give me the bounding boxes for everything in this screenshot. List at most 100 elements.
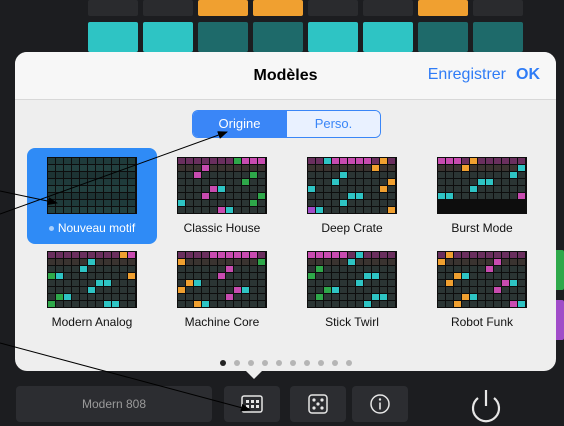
thumbnail-cell [72,200,79,206]
template-tile[interactable]: Modern Analog [27,242,157,338]
save-button[interactable]: Enregistrer [428,66,506,84]
thumbnail-cell [518,273,525,279]
template-thumbnail [177,251,267,308]
thumbnail-cell [250,273,257,279]
info-button[interactable] [352,386,408,422]
background-pad [198,22,248,52]
thumbnail-cell [470,252,477,258]
thumbnail-cell [470,287,477,293]
thumbnail-cell [380,200,387,206]
thumbnail-cell [340,266,347,272]
thumbnail-cell [80,158,87,164]
thumbnail-cell [234,301,241,307]
thumbnail-cell [178,207,185,213]
thumbnail-cell [112,186,119,192]
thumbnail-cell [218,252,225,258]
thumbnail-cell [356,172,363,178]
thumbnail-cell [372,294,379,300]
thumbnail-cell [332,207,339,213]
thumbnail-cell [308,172,315,178]
template-tile[interactable]: Classic House [157,148,287,244]
thumbnail-cell [478,186,485,192]
thumbnail-cell [210,273,217,279]
thumbnail-cell [380,294,387,300]
template-tile[interactable]: Deep Crate [287,148,417,244]
page-dot[interactable] [345,360,352,366]
segment-perso[interactable]: Perso. [286,111,380,137]
page-dot[interactable] [233,360,240,366]
thumbnail-cell [454,301,461,307]
thumbnail-cell [64,287,71,293]
thumbnail-cell [372,165,379,171]
segment-origine[interactable]: Origine [193,111,286,137]
page-dot[interactable] [261,360,268,366]
thumbnail-cell [470,193,477,199]
template-tile[interactable]: Nouveau motif [27,148,157,244]
background-pad [473,22,523,52]
template-tile[interactable]: Machine Core [157,242,287,338]
thumbnail-cell [72,280,79,286]
page-dot[interactable] [219,360,226,366]
thumbnail-cell [348,301,355,307]
thumbnail-cell [234,158,241,164]
page-dot[interactable] [317,360,324,366]
template-tile[interactable]: Burst Mode [417,148,547,244]
ok-button[interactable]: OK [516,66,540,84]
thumbnail-cell [64,207,71,213]
thumbnail-cell [120,252,127,258]
thumbnail-cell [470,294,477,300]
thumbnail-cell [308,287,315,293]
thumbnail-cell [324,273,331,279]
page-dot[interactable] [331,360,338,366]
thumbnail-cell [72,193,79,199]
template-label-text: Deep Crate [321,221,383,235]
thumbnail-cell [210,200,217,206]
thumbnail-cell [324,179,331,185]
thumbnail-cell [324,207,331,213]
thumbnail-cell [186,287,193,293]
power-icon[interactable] [465,386,507,426]
thumbnail-cell [178,165,185,171]
template-tile[interactable]: Robot Funk [417,242,547,338]
thumbnail-cell [186,179,193,185]
thumbnail-cell [332,186,339,192]
pattern-button[interactable] [224,386,280,422]
thumbnail-cell [308,266,315,272]
thumbnail-cell [356,158,363,164]
thumbnail-cell [194,179,201,185]
thumbnail-cell [242,186,249,192]
thumbnail-cell [316,207,323,213]
kit-name-button[interactable]: Modern 808 [16,386,212,422]
thumbnail-cell [356,301,363,307]
thumbnail-cell [250,172,257,178]
page-dot[interactable] [289,360,296,366]
thumbnail-cell [446,266,453,272]
thumbnail-cell [324,193,331,199]
template-tile[interactable]: Stick Twirl [287,242,417,338]
template-thumbnail [437,251,527,308]
thumbnail-cell [72,252,79,258]
thumbnail-cell [308,301,315,307]
thumbnail-cell [518,294,525,300]
thumbnail-cell [494,186,501,192]
thumbnail-cell [218,179,225,185]
randomize-button[interactable] [290,386,346,422]
thumbnail-cell [446,193,453,199]
thumbnail-cell [56,294,63,300]
thumbnail-cell [104,200,111,206]
page-dot[interactable] [247,360,254,366]
thumbnail-cell [186,172,193,178]
page-dot[interactable] [303,360,310,366]
page-dot[interactable] [275,360,282,366]
thumbnail-cell [104,172,111,178]
thumbnail-cell [120,207,127,213]
thumbnail-cell [340,172,347,178]
thumbnail-cell [454,280,461,286]
template-label: Machine Core [157,315,287,329]
thumbnail-cell [356,280,363,286]
thumbnail-cell [340,301,347,307]
thumbnail-cell [234,186,241,192]
thumbnail-cell [226,301,233,307]
thumbnail-cell [364,287,371,293]
thumbnail-cell [470,186,477,192]
